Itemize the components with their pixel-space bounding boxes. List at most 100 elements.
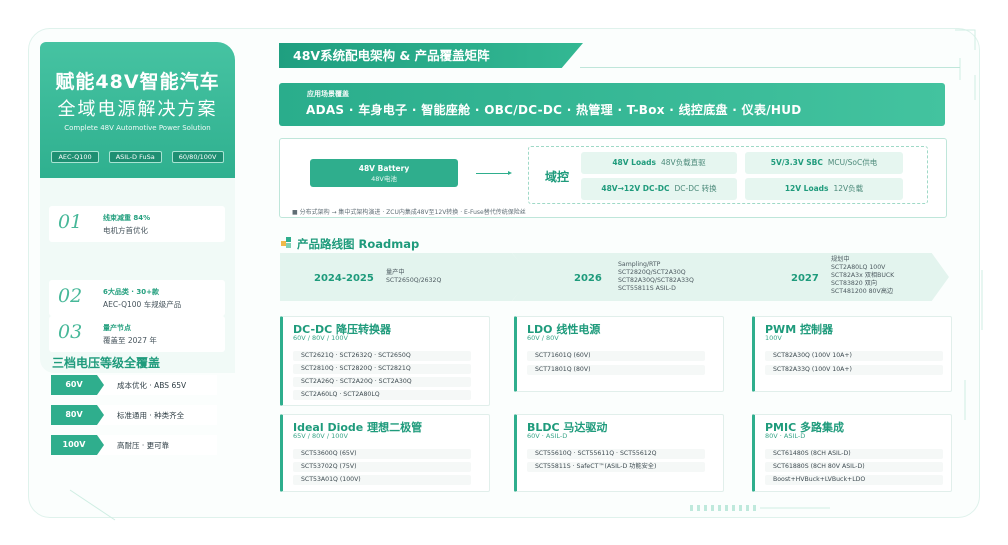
- voltage-tag: 100V: [51, 435, 104, 455]
- architecture-note: ■ 分布式架构 → 集中式架构演进 · ZCU内集成48V至12V转换 · E-…: [292, 209, 526, 216]
- stat-headline: 量产节点: [103, 324, 131, 332]
- voltage-tag: 60V: [51, 375, 104, 395]
- card-row: SCT53A01Q (100V): [293, 475, 471, 485]
- voltage-row: 100V 高耐压 · 更可靠: [51, 435, 217, 455]
- stat-number: 03: [58, 321, 83, 343]
- product-card-ldo[interactable]: LDO 线性电源 60V / 80V SCT71601Q (60V) SCT71…: [514, 316, 724, 392]
- arch-cell: 48V→12V DC-DC DC-DC 转换: [581, 178, 737, 200]
- arch-cell: 5V/3.3V SBC MCU/SoC供电: [745, 152, 903, 174]
- card-subtitle: 60V · ASIL-D: [527, 432, 568, 440]
- architecture-diagram: 48V Battery 48V电池 域控 48V Loads 48V负载直驱 5V…: [279, 138, 947, 218]
- voltage-desc: 成本优化 · ABS 65V: [117, 381, 187, 390]
- roadmap-desc: 量产中 SCT2650Q/2632Q: [386, 269, 441, 285]
- roadmap-phase: 2027 规划中 SCT2A80LQ 100V SCT82A3x 双相BUCK …: [733, 253, 949, 301]
- application-banner: 应用场景覆盖 ADAS · 车身电子 · 智能座舱 · OBC/DC-DC · …: [279, 83, 945, 126]
- cell-desc: 12V负载: [833, 184, 864, 193]
- stat-card: 03 量产节点 覆盖至 2027 年: [49, 316, 225, 352]
- cell-title: 48V Loads: [612, 158, 656, 167]
- hero-title-line1: 赋能48V智能汽车: [55, 71, 220, 93]
- voltage-desc: 标准通用 · 种类齐全: [117, 411, 185, 420]
- tag-voltage: 60/80/100V: [171, 151, 224, 163]
- battery-label: 48V Battery: [358, 164, 410, 173]
- stat-detail: 电机方首优化: [103, 226, 148, 235]
- card-row: SCT82A30Q (100V 10A+): [765, 351, 943, 361]
- roadmap-year: 2024-2025: [314, 273, 374, 284]
- card-row: SCT53702Q (75V): [293, 462, 471, 472]
- voltage-section-title: 三档电压等级全覆盖: [52, 356, 161, 370]
- card-row: SCT55811S · SafeCT™(ASIL-D 功能安全): [527, 462, 705, 472]
- product-card-pwm[interactable]: PWM 控制器 100V SCT82A30Q (100V 10A+) SCT82…: [752, 316, 952, 392]
- tag-asil: ASIL-D FuSa: [108, 151, 162, 163]
- stat-card: 02 6大品类 · 30+款 AEC-Q100 车规级产品: [49, 280, 225, 316]
- roadmap-year: 2026: [574, 273, 602, 284]
- roadmap-line: SCT83820 双向: [831, 280, 878, 287]
- hero-tags: AEC-Q100 ASIL-D FuSa 60/80/100V: [40, 151, 235, 163]
- roadmap-line: SCT2A80LQ 100V: [831, 264, 886, 271]
- hero-banner: 赋能48V智能汽车 全域电源解决方案 Complete 48V Automoti…: [40, 42, 235, 178]
- hero-title-line2: 全域电源解决方案: [57, 99, 218, 120]
- tag-aec: AEC-Q100: [51, 151, 99, 163]
- card-row: SCT2A26Q · SCT2A20Q · SCT2A30Q: [293, 377, 471, 387]
- roadmap-phase: 2026 Sampling/RTP SCT2820Q/SCT2A30Q SCT8…: [512, 253, 754, 301]
- card-row: SCT2621Q · SCT2632Q · SCT2650Q: [293, 351, 471, 361]
- product-card-bldc[interactable]: BLDC 马达驱动 60V · ASIL-D SCT55610Q · SCT55…: [514, 414, 724, 492]
- card-row: SCT61880S (8CH 80V ASIL-D): [765, 462, 943, 472]
- card-row: SCT71601Q (60V): [527, 351, 705, 361]
- cell-title: 12V Loads: [784, 184, 829, 193]
- roadmap-line: SCT481200 80V高边: [831, 288, 894, 295]
- arrow-icon: [476, 171, 512, 175]
- cell-title: 48V→12V DC-DC: [601, 184, 670, 193]
- card-subtitle: 80V · ASIL-D: [765, 432, 806, 440]
- roadmap-desc: 规划中 SCT2A80LQ 100V SCT82A3x 双相BUCK SCT83…: [831, 256, 894, 296]
- roadmap-title: 产品路线图 Roadmap: [297, 237, 420, 251]
- product-card-dcdc[interactable]: DC-DC 降压转换器 60V / 80V / 100V SCT2621Q · …: [280, 316, 490, 406]
- stat-number: 01: [58, 211, 83, 233]
- cell-title: 5V/3.3V SBC: [770, 158, 823, 167]
- stat-card: 01 线束减重 84% 电机方首优化: [49, 206, 225, 242]
- card-row: SCT55610Q · SCT55611Q · SCT55612Q: [527, 449, 705, 459]
- card-subtitle: 100V: [765, 334, 782, 342]
- card-row: SCT71801Q (80V): [527, 365, 705, 375]
- left-panel: 赋能48V智能汽车 全域电源解决方案 Complete 48V Automoti…: [40, 42, 235, 482]
- cell-desc: 48V负载直驱: [661, 158, 706, 167]
- roadmap-icon: [281, 237, 293, 249]
- roadmap-line: 量产中: [386, 269, 405, 276]
- hero-subtitle: Complete 48V Automotive Power Solution: [64, 124, 211, 132]
- voltage-desc: 高耐压 · 更可靠: [117, 441, 170, 450]
- card-row: SCT53600Q (65V): [293, 449, 471, 459]
- voltage-row: 80V 标准通用 · 种类齐全: [51, 405, 217, 425]
- application-list: ADAS · 车身电子 · 智能座舱 · OBC/DC-DC · 热管理 · T…: [306, 103, 802, 117]
- section-header: 48V系统配电架构 & 产品覆盖矩阵: [279, 43, 583, 68]
- roadmap-line: SCT2650Q/2632Q: [386, 277, 442, 284]
- product-card-ideal-diode[interactable]: Ideal Diode 理想二极管 65V / 80V / 100V SCT53…: [280, 414, 490, 492]
- card-subtitle: 65V / 80V / 100V: [293, 432, 348, 440]
- stat-number: 02: [58, 285, 83, 307]
- product-card-pmic[interactable]: PMIC 多路集成 80V · ASIL-D SCT61480S (8CH AS…: [752, 414, 952, 492]
- card-row: SCT2810Q · SCT2820Q · SCT2821Q: [293, 364, 471, 374]
- voltage-tag: 80V: [51, 405, 104, 425]
- stat-detail: AEC-Q100 车规级产品: [103, 300, 182, 309]
- roadmap-year: 2027: [791, 273, 819, 284]
- header-divider: [580, 67, 960, 68]
- stat-headline: 6大品类 · 30+款: [103, 288, 160, 296]
- card-row: Boost+HVBuck+LVBuck+LDO: [765, 475, 943, 485]
- application-label: 应用场景覆盖: [307, 90, 349, 98]
- arch-cell: 48V Loads 48V负载直驱: [581, 152, 737, 174]
- roadmap-line: SCT2820Q/SCT2A30Q: [618, 269, 686, 276]
- card-row: SCT82A33Q (100V 10A+): [765, 365, 943, 375]
- card-row: SCT61480S (8CH ASIL-D): [765, 449, 943, 459]
- battery-sublabel: 48V电池: [371, 175, 397, 183]
- card-subtitle: 60V / 80V: [527, 334, 559, 342]
- roadmap-line: SCT55811S ASIL-D: [618, 285, 676, 292]
- domain-label: 域控: [545, 170, 570, 184]
- arch-cell: 12V Loads 12V负载: [745, 178, 903, 200]
- roadmap-line: SCT82A30Q/SCT82A33Q: [618, 277, 694, 284]
- cell-desc: MCU/SoC供电: [827, 158, 878, 167]
- roadmap-line: 规划中: [831, 256, 850, 263]
- domain-controller-box: 域控 48V Loads 48V负载直驱 5V/3.3V SBC MCU/SoC供电…: [528, 146, 928, 204]
- roadmap-phase: 2024-2025 量产中 SCT2650Q/2632Q: [280, 253, 532, 301]
- stat-detail: 覆盖至 2027 年: [103, 336, 157, 345]
- battery-block: 48V Battery 48V电池: [310, 159, 458, 187]
- roadmap-desc: Sampling/RTP SCT2820Q/SCT2A30Q SCT82A30Q…: [618, 261, 694, 293]
- voltage-row: 60V 成本优化 · ABS 65V: [51, 375, 217, 395]
